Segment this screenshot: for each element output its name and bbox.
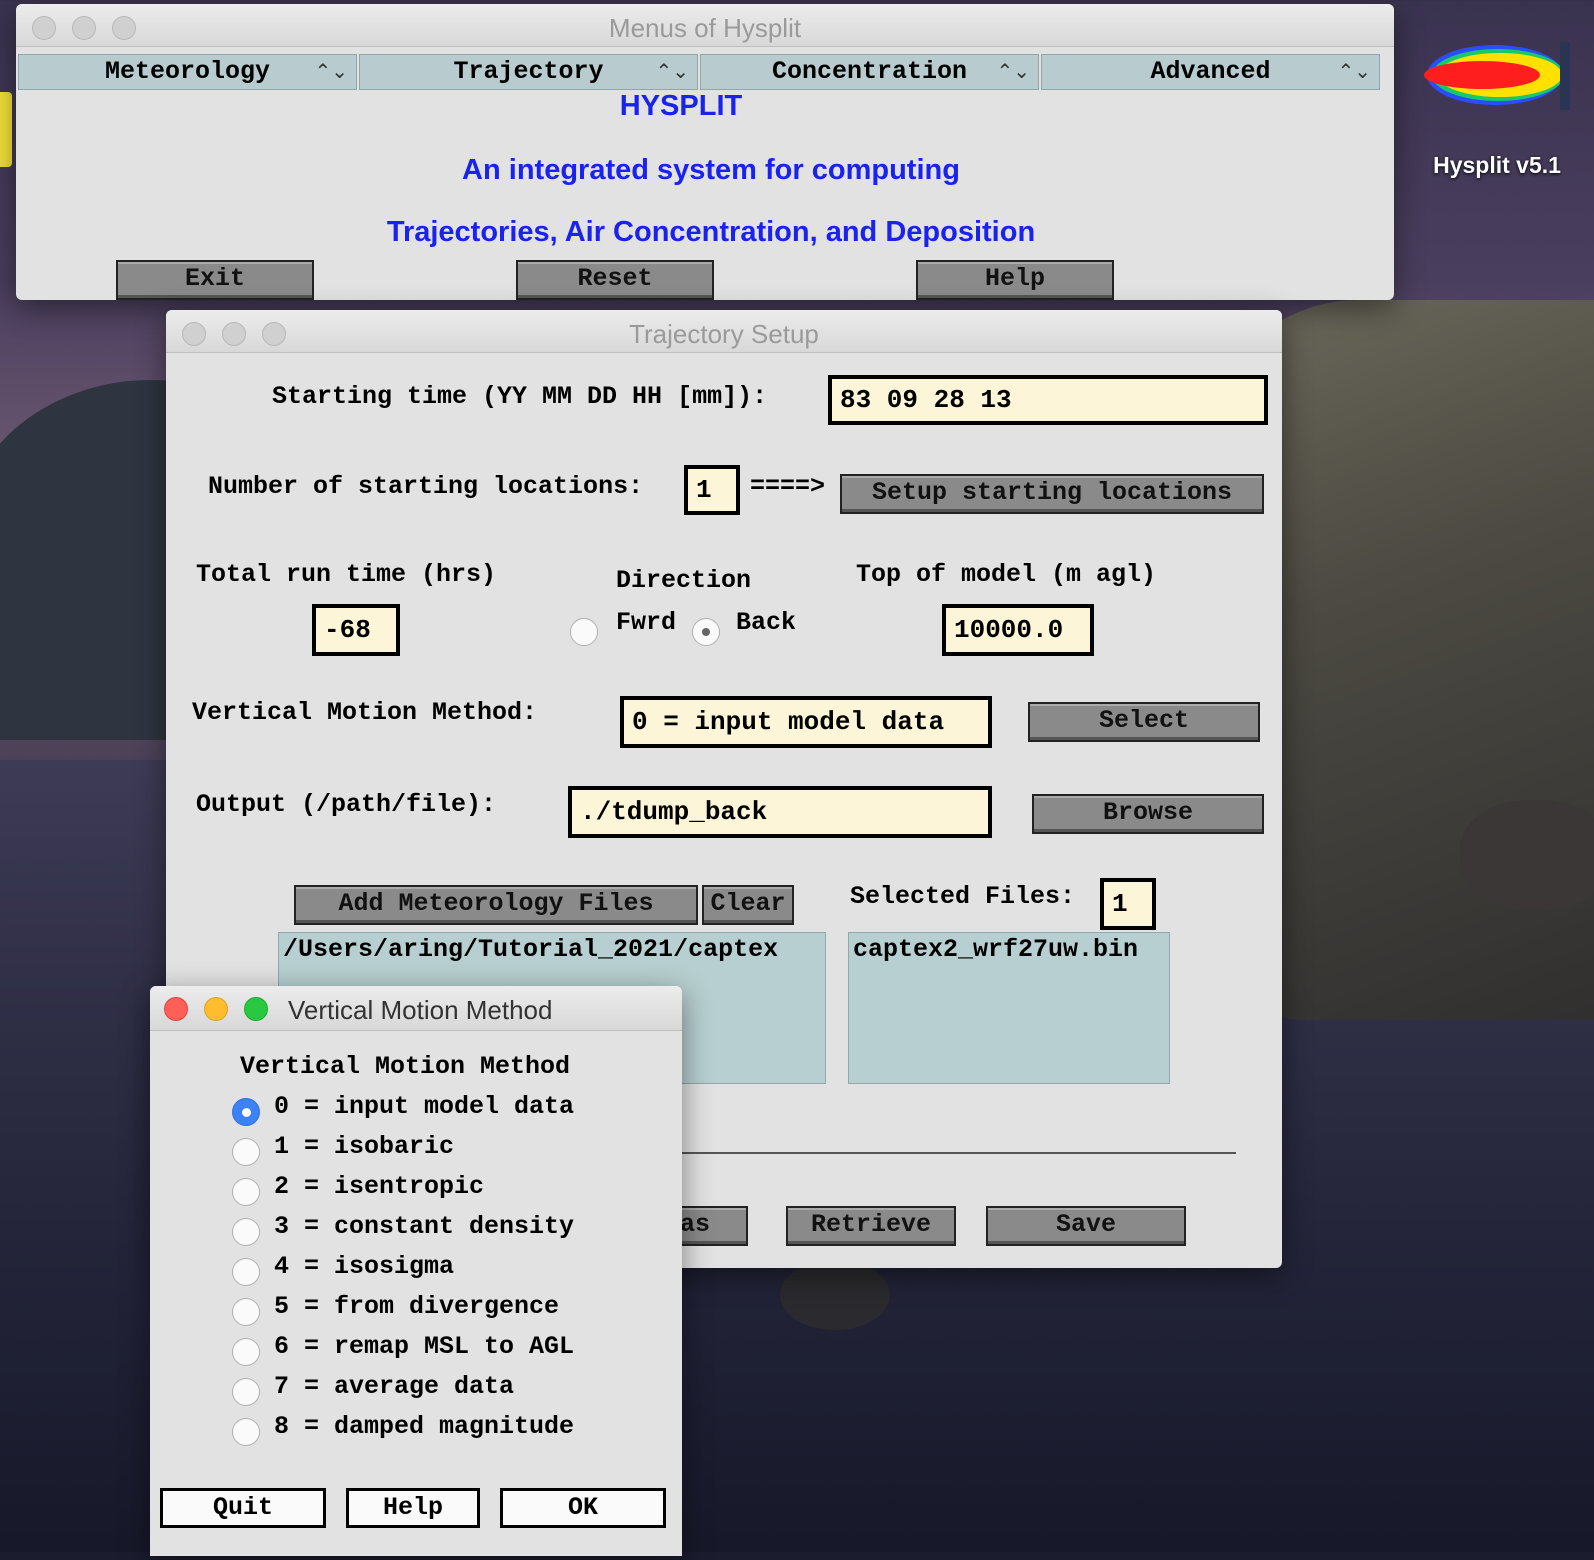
vertical-option-radio[interactable] xyxy=(232,1138,260,1166)
menus-window-title: Menus of Hysplit xyxy=(608,13,802,43)
vertical-option-label: 7 = average data xyxy=(274,1372,515,1401)
run-time-field[interactable]: -68 xyxy=(312,604,400,656)
tagline-line1: An integrated system for computing xyxy=(462,154,960,186)
vertical-option-label: 0 = input model data xyxy=(274,1092,575,1121)
menu-concentration-label: Concentration xyxy=(771,57,968,86)
vertical-option-label: 2 = isentropic xyxy=(274,1172,485,1201)
num-locations-field[interactable]: 1 xyxy=(684,465,740,515)
hysplit-heading: HYSPLIT xyxy=(619,90,743,122)
trajectory-titlebar[interactable]: Trajectory Setup xyxy=(166,310,1282,353)
help-button[interactable]: Help xyxy=(916,260,1114,300)
tagline-line2: Trajectories, Air Concentration, and Dep… xyxy=(386,216,1036,248)
updown-icon: ⌃⌄ xyxy=(655,62,689,85)
updown-icon: ⌃⌄ xyxy=(314,62,348,85)
num-locations-label: Number of starting locations: xyxy=(208,472,644,501)
output-label: Output (/path/file): xyxy=(196,790,497,819)
vertical-option-radio[interactable] xyxy=(232,1258,260,1286)
vertical-option-radio[interactable] xyxy=(232,1298,260,1326)
menu-advanced-label: Advanced xyxy=(1150,57,1271,86)
vertical-option-radio[interactable] xyxy=(232,1338,260,1366)
hysplit-desktop-label: Hysplit v5.1 xyxy=(1433,152,1561,178)
met-file-list[interactable]: captex2_wrf27uw.bin xyxy=(848,932,1170,1084)
quit-button[interactable]: Quit xyxy=(160,1488,326,1528)
vertical-option-radio[interactable] xyxy=(232,1418,260,1446)
vertical-option-label: 4 = isosigma xyxy=(274,1252,455,1281)
hysplit-desktop-icon[interactable]: Hysplit v5.1 xyxy=(1420,40,1570,190)
browse-button[interactable]: Browse xyxy=(1032,794,1264,834)
ok-button[interactable]: OK xyxy=(500,1488,666,1528)
vertical-option-label: 8 = damped magnitude xyxy=(274,1412,575,1441)
vertical-option-label: 5 = from divergence xyxy=(274,1292,560,1321)
select-button[interactable]: Select xyxy=(1028,702,1260,742)
vertical-method-field[interactable]: 0 = input model data xyxy=(620,696,992,748)
trajectory-window-title: Trajectory Setup xyxy=(629,319,819,349)
direction-back-radio[interactable] xyxy=(692,618,720,646)
desktop-islet xyxy=(780,1260,890,1330)
met-directory-item[interactable]: /Users/aring/Tutorial_2021/captex xyxy=(283,935,821,964)
reset-button[interactable]: Reset xyxy=(516,260,714,300)
add-met-files-button[interactable]: Add Meteorology Files xyxy=(294,885,698,925)
vertical-option-radio[interactable] xyxy=(232,1378,260,1406)
vertical-motion-window: Vertical Motion Method Vertical Motion M… xyxy=(150,986,682,1556)
run-time-label: Total run time (hrs) xyxy=(196,560,497,589)
vertical-method-label: Vertical Motion Method: xyxy=(192,698,538,727)
menu-trajectory[interactable]: Trajectory ⌃⌄ xyxy=(359,54,698,90)
separator-line xyxy=(666,1152,1236,1154)
menus-window: Menus of Hysplit Meteorology ⌃⌄ Trajecto… xyxy=(16,4,1394,300)
updown-icon: ⌃⌄ xyxy=(1337,62,1371,85)
menu-advanced[interactable]: Advanced ⌃⌄ xyxy=(1041,54,1380,90)
direction-fwrd-label: Fwrd xyxy=(616,608,677,637)
vertical-heading: Vertical Motion Method xyxy=(240,1052,571,1081)
selected-files-count: 1 xyxy=(1100,878,1156,930)
menu-trajectory-label: Trajectory xyxy=(453,57,604,86)
clear-button[interactable]: Clear xyxy=(702,885,794,925)
starting-time-label: Starting time (YY MM DD HH [mm]): xyxy=(272,382,768,411)
minimize-button[interactable] xyxy=(204,997,228,1021)
arrow-label: ====> xyxy=(750,472,826,501)
vertical-option-radio[interactable] xyxy=(232,1218,260,1246)
zoom-button[interactable] xyxy=(244,997,268,1021)
direction-back-label: Back xyxy=(736,608,797,637)
menu-meteorology[interactable]: Meteorology ⌃⌄ xyxy=(18,54,357,90)
vertical-option-radio[interactable] xyxy=(232,1098,260,1126)
close-button[interactable] xyxy=(164,997,188,1021)
desktop-rock xyxy=(1460,800,1594,910)
vertical-option-label: 1 = isobaric xyxy=(274,1132,455,1161)
updown-icon: ⌃⌄ xyxy=(996,62,1030,85)
hysplit-logo-icon xyxy=(1424,42,1570,110)
save-button[interactable]: Save xyxy=(986,1206,1186,1246)
direction-fwrd-radio[interactable] xyxy=(570,618,598,646)
starting-time-field[interactable]: 83 09 28 13 xyxy=(828,375,1268,425)
vertical-help-button[interactable]: Help xyxy=(346,1488,480,1528)
vertical-option-radio[interactable] xyxy=(232,1178,260,1206)
menu-concentration[interactable]: Concentration ⌃⌄ xyxy=(700,54,1039,90)
direction-label: Direction xyxy=(616,566,752,595)
menus-titlebar[interactable]: Menus of Hysplit xyxy=(16,4,1394,47)
selected-files-label: Selected Files: xyxy=(850,882,1076,911)
desktop-yellow-edge xyxy=(0,92,12,167)
vertical-option-label: 6 = remap MSL to AGL xyxy=(274,1332,575,1361)
vertical-window-title: Vertical Motion Method xyxy=(288,995,553,1025)
vertical-titlebar[interactable]: Vertical Motion Method xyxy=(150,986,682,1031)
menu-meteorology-label: Meteorology xyxy=(104,57,271,86)
output-field[interactable]: ./tdump_back xyxy=(568,786,992,838)
top-model-label: Top of model (m agl) xyxy=(856,560,1157,589)
setup-locations-button[interactable]: Setup starting locations xyxy=(840,474,1264,514)
exit-button[interactable]: Exit xyxy=(116,260,314,300)
retrieve-button[interactable]: Retrieve xyxy=(786,1206,956,1246)
vertical-option-label: 3 = constant density xyxy=(274,1212,575,1241)
met-file-item[interactable]: captex2_wrf27uw.bin xyxy=(853,935,1165,964)
top-model-field[interactable]: 10000.0 xyxy=(942,604,1094,656)
